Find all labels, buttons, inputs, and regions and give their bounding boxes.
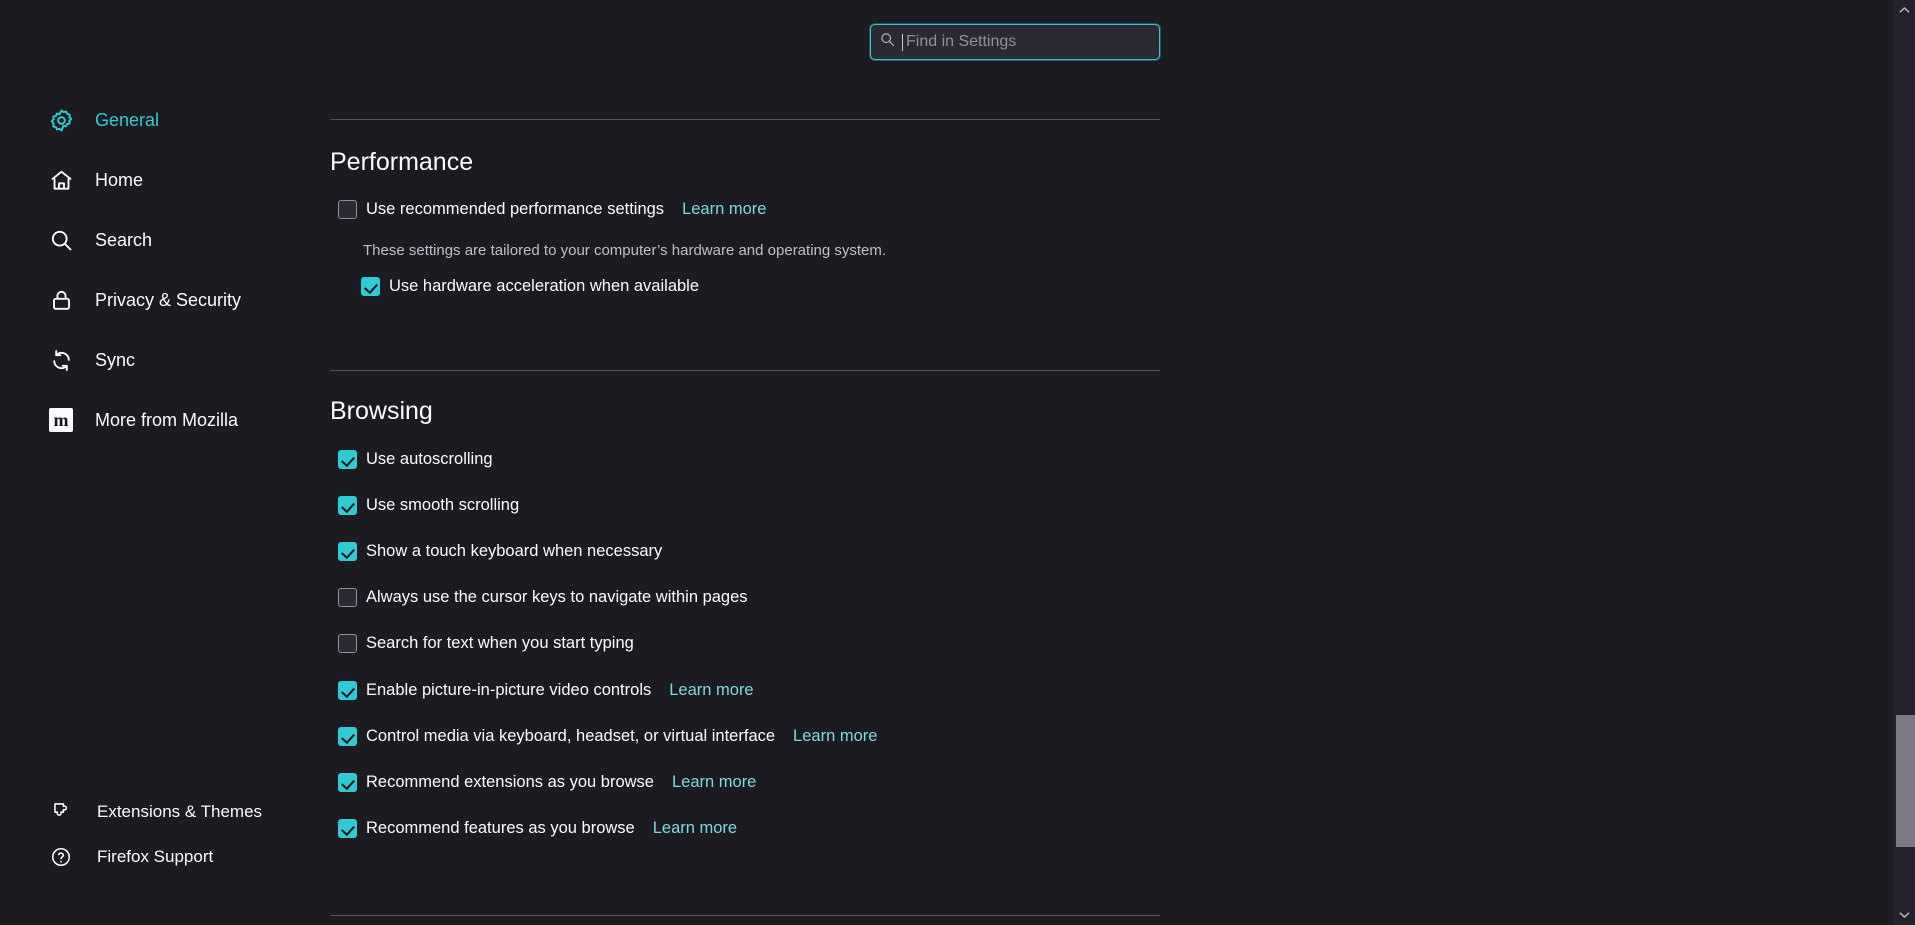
sidebar-item-label: Sync [95,351,135,369]
checkbox-row-show-touch-keyboard[interactable]: Show a touch keyboard when necessary [338,542,662,561]
learn-more-link[interactable]: Learn more [682,200,766,219]
checkbox-row-use-smooth-scrolling[interactable]: Use smooth scrolling [338,496,519,515]
checkbox-always-use-cursor-keys[interactable] [338,588,357,607]
checkbox-label: Use hardware acceleration when available [389,278,699,295]
mozilla-badge-letter: m [49,408,73,432]
divider-bottom [330,915,1160,916]
checkbox-show-touch-keyboard[interactable] [338,542,357,561]
checkbox-label: Use autoscrolling [366,451,493,468]
sidebar-item-sync[interactable]: Sync [48,343,135,377]
sidebar-item-label: Extensions & Themes [97,802,262,822]
learn-more-link[interactable]: Learn more [653,819,737,838]
scrollbar-thumb[interactable] [1896,715,1915,847]
sidebar-item-label: Home [95,171,143,189]
checkbox-use-recommended-performance-settings[interactable] [338,200,357,219]
checkbox-row-always-use-cursor-keys[interactable]: Always use the cursor keys to navigate w… [338,588,748,607]
checkbox-label: Enable picture-in-picture video controls [366,682,651,699]
checkbox-row-enable-picture-in-picture[interactable]: Enable picture-in-picture video controls… [338,681,754,700]
checkbox-label: Search for text when you start typing [366,635,634,652]
checkbox-label: Always use the cursor keys to navigate w… [366,589,748,606]
main-content: Performance Use recommended performance … [330,0,1860,925]
checkbox-label: Use recommended performance settings [366,201,664,218]
checkbox-use-hardware-acceleration[interactable] [361,277,380,296]
settings-page: Find in Settings General Home [0,0,1915,925]
checkbox-use-smooth-scrolling[interactable] [338,496,357,515]
checkbox-label: Show a touch keyboard when necessary [366,543,662,560]
sidebar-item-label: Firefox Support [97,847,213,867]
checkbox-row-use-recommended-performance-settings[interactable]: Use recommended performance settings Lea… [338,200,766,219]
gear-icon [48,107,74,133]
checkbox-row-control-media[interactable]: Control media via keyboard, headset, or … [338,727,877,746]
checkbox-row-use-autoscrolling[interactable]: Use autoscrolling [338,450,493,469]
sidebar-item-label: Privacy & Security [95,291,241,309]
checkbox-control-media[interactable] [338,727,357,746]
question-circle-icon [48,844,74,870]
lock-icon [48,287,74,313]
sidebar-item-firefox-support[interactable]: Firefox Support [48,842,213,872]
page-title-performance: Performance [330,150,473,175]
checkbox-label: Recommend features as you browse [366,820,635,837]
scrollbar-up-button[interactable] [1893,0,1915,20]
scrollbar-down-button[interactable] [1893,905,1915,925]
checkbox-search-for-text-when-typing[interactable] [338,634,357,653]
checkbox-recommend-features[interactable] [338,819,357,838]
sidebar-item-home[interactable]: Home [48,163,143,197]
sidebar-item-label: Search [95,231,152,249]
sidebar-item-label: More from Mozilla [95,411,238,429]
learn-more-link[interactable]: Learn more [669,681,753,700]
sync-icon [48,347,74,373]
performance-helper-text: These settings are tailored to your comp… [363,243,886,258]
page-title-browsing: Browsing [330,399,433,424]
mozilla-m-icon: m [48,407,74,433]
checkbox-label: Use smooth scrolling [366,497,519,514]
puzzle-piece-icon [48,799,74,825]
checkbox-row-recommend-features[interactable]: Recommend features as you browse Learn m… [338,819,737,838]
checkbox-label: Recommend extensions as you browse [366,774,654,791]
chevron-up-icon [1899,6,1910,14]
home-icon [48,167,74,193]
checkbox-use-autoscrolling[interactable] [338,450,357,469]
divider-middle [330,370,1160,371]
sidebar-item-extensions-themes[interactable]: Extensions & Themes [48,797,262,827]
sidebar-item-general[interactable]: General [48,103,159,137]
checkbox-row-search-for-text-when-typing[interactable]: Search for text when you start typing [338,634,634,653]
divider-top [330,119,1160,120]
checkbox-label: Control media via keyboard, headset, or … [366,728,775,745]
checkbox-row-use-hardware-acceleration[interactable]: Use hardware acceleration when available [361,277,699,296]
learn-more-link[interactable]: Learn more [793,727,877,746]
checkbox-recommend-extensions[interactable] [338,773,357,792]
checkbox-row-recommend-extensions[interactable]: Recommend extensions as you browse Learn… [338,773,756,792]
sidebar: General Home Search [0,0,330,925]
learn-more-link[interactable]: Learn more [672,773,756,792]
sidebar-item-more-from-mozilla[interactable]: m More from Mozilla [48,403,238,437]
sidebar-item-label: General [95,111,159,129]
chevron-down-icon [1899,911,1910,919]
sidebar-item-privacy-security[interactable]: Privacy & Security [48,283,241,317]
checkbox-enable-picture-in-picture[interactable] [338,681,357,700]
search-icon [48,227,74,253]
sidebar-item-search[interactable]: Search [48,223,152,257]
scrollbar[interactable] [1893,0,1915,925]
